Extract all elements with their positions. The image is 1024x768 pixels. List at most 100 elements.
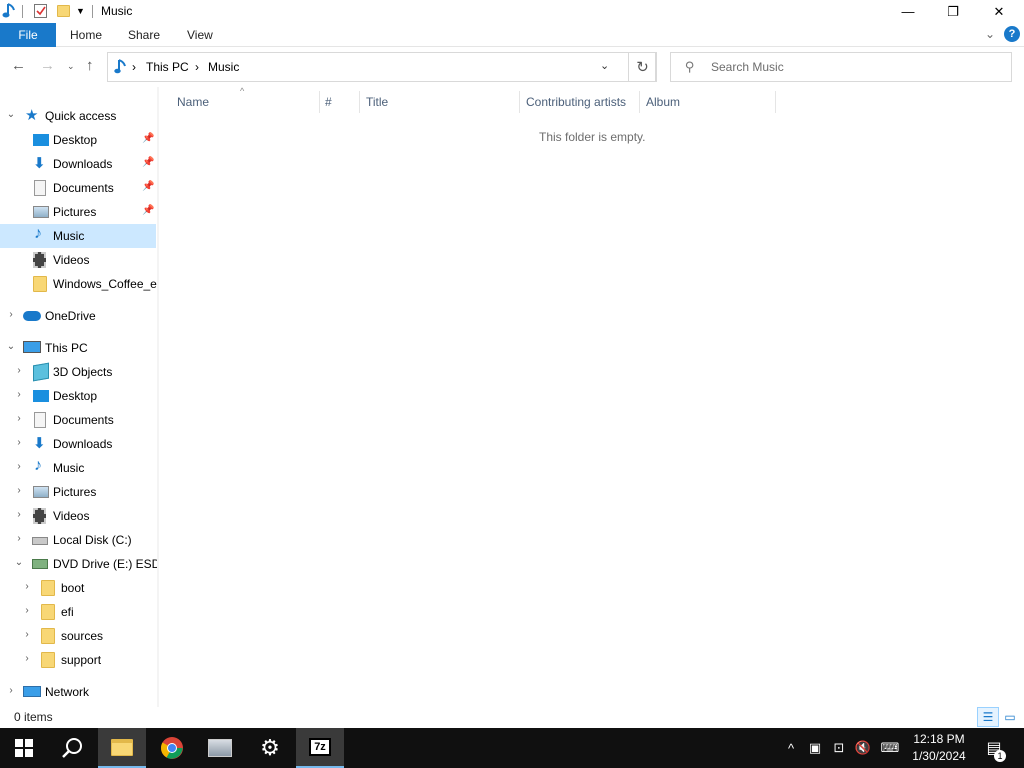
chevron-right-icon[interactable]: › [14, 389, 24, 400]
forward-arrow-icon[interactable]: → [40, 57, 55, 74]
settings-taskbar-button[interactable]: ⚙ [246, 728, 294, 768]
file-explorer-taskbar-button[interactable] [98, 728, 146, 768]
pin-icon[interactable]: 📌 [142, 181, 154, 192]
chevron-right-icon[interactable]: › [14, 437, 24, 448]
column-header-name[interactable]: Name [177, 95, 209, 109]
tree-item-boot[interactable]: › boot [0, 576, 156, 600]
breadcrumb-music[interactable]: Music [208, 60, 239, 74]
tree-item-this-pc[interactable]: ⌄ This PC [0, 336, 156, 360]
column-header-contributing-artists[interactable]: Contributing artists [526, 95, 626, 109]
expand-ribbon-icon[interactable]: ⌄ [985, 27, 995, 41]
address-dropdown-icon[interactable]: ⌄ [600, 59, 609, 72]
chevron-right-icon[interactable]: › [6, 685, 16, 696]
tab-home[interactable]: Home [70, 28, 102, 42]
chevron-right-icon[interactable]: › [14, 485, 24, 496]
tree-item-3d-objects[interactable]: › 3D Objects [0, 360, 156, 384]
7zip-taskbar-button[interactable]: 7z [296, 728, 344, 768]
pin-icon[interactable]: 📌 [142, 205, 154, 216]
tree-item-dvd-drive[interactable]: ⌄ DVD Drive (E:) ESD-I [0, 552, 157, 576]
tree-item-quick-access[interactable]: ⌄ ★ Quick access [0, 104, 156, 128]
tree-item-efi[interactable]: › efi [0, 600, 156, 624]
start-button[interactable] [0, 728, 48, 768]
clock[interactable]: 12:18 PM 1/30/2024 [905, 731, 973, 765]
folder-icon [111, 738, 133, 756]
chevron-down-icon[interactable]: ⌄ [6, 109, 16, 120]
tree-item-desktop-pc[interactable]: › Desktop [0, 384, 156, 408]
chevron-right-icon[interactable]: › [14, 365, 24, 376]
volume-muted-icon[interactable]: 🔇 [852, 728, 874, 768]
address-bar[interactable]: › This PC › Music [107, 52, 656, 82]
breadcrumb-separator[interactable]: › [195, 60, 199, 74]
tree-item-music-pc[interactable]: › ♪ Music [0, 456, 156, 480]
column-header-number[interactable]: # [325, 95, 332, 109]
chevron-right-icon[interactable]: › [22, 605, 32, 616]
close-button[interactable]: ✕ [976, 0, 1022, 23]
column-divider[interactable] [319, 91, 320, 113]
keyboard-icon[interactable]: ⌨ [878, 728, 902, 768]
recent-locations-icon[interactable]: ⌄ [67, 61, 75, 72]
pin-icon[interactable]: 📌 [142, 157, 154, 168]
tree-item-pictures[interactable]: Pictures 📌 [0, 200, 156, 224]
help-icon[interactable]: ? [1004, 26, 1020, 42]
chevron-down-icon[interactable]: ⌄ [6, 341, 16, 352]
tree-item-videos[interactable]: Videos [0, 248, 156, 272]
column-header-album[interactable]: Album [646, 95, 680, 109]
action-center-icon[interactable]: ▤ [980, 728, 1008, 768]
tree-item-onedrive[interactable]: › OneDrive [0, 304, 156, 328]
chevron-right-icon[interactable]: › [14, 461, 24, 472]
minimize-button[interactable]: — [885, 0, 931, 23]
tree-item-network[interactable]: › Network [0, 680, 156, 704]
tree-item-videos-pc[interactable]: › Videos [0, 504, 156, 528]
properties-icon[interactable] [33, 3, 49, 19]
restore-button[interactable]: ❐ [930, 0, 976, 23]
tree-item-downloads[interactable]: ⬇ Downloads 📌 [0, 152, 156, 176]
details-view-icon[interactable]: ☰ [977, 707, 999, 727]
column-divider[interactable] [775, 91, 776, 113]
new-folder-icon[interactable] [57, 5, 70, 17]
chevron-right-icon[interactable]: › [14, 509, 24, 520]
tree-item-windows-coffee[interactable]: Windows_Coffee_ed [0, 272, 157, 296]
column-header-title[interactable]: Title [366, 95, 388, 109]
chrome-taskbar-button[interactable] [148, 728, 196, 768]
chevron-up-icon[interactable]: ^ [782, 728, 800, 768]
chevron-right-icon[interactable]: › [22, 629, 32, 640]
tree-item-sources[interactable]: › sources [0, 624, 156, 648]
chevron-down-icon[interactable]: ⌄ [14, 557, 24, 568]
tree-item-local-disk[interactable]: › Local Disk (C:) [0, 528, 156, 552]
search-taskbar-button[interactable] [48, 728, 96, 768]
up-arrow-icon[interactable]: ↑ [86, 57, 94, 74]
tree-item-pictures-pc[interactable]: › Pictures [0, 480, 156, 504]
column-divider[interactable] [639, 91, 640, 113]
large-icons-view-icon[interactable]: ▭ [999, 707, 1021, 727]
network-tray-icon[interactable]: ⊡ [829, 728, 849, 768]
tree-item-documents-pc[interactable]: › Documents [0, 408, 156, 432]
file-tab[interactable]: File [0, 23, 56, 47]
tab-view[interactable]: View [187, 28, 213, 42]
taskbar: ⚙ 7z ^ ▣ ⊡ 🔇 ⌨ 12:18 PM 1/30/2024 ▤ 1 [0, 728, 1024, 768]
chevron-right-icon[interactable]: › [14, 533, 24, 544]
chevron-right-icon[interactable]: › [6, 309, 16, 320]
breadcrumb-this-pc[interactable]: This PC [146, 60, 189, 74]
pane-splitter[interactable] [157, 87, 159, 707]
search-box[interactable]: ⚲ Search Music [670, 52, 1012, 82]
column-divider[interactable] [359, 91, 360, 113]
pin-icon[interactable]: 📌 [142, 133, 154, 144]
tree-item-music[interactable]: ♪ Music [0, 224, 156, 248]
chevron-right-icon[interactable]: › [14, 413, 24, 424]
tab-share[interactable]: Share [128, 28, 160, 42]
chrome-icon [161, 737, 183, 759]
tree-item-documents[interactable]: Documents 📌 [0, 176, 156, 200]
network-app-taskbar-button[interactable] [196, 728, 244, 768]
breadcrumb-separator[interactable]: › [132, 60, 136, 74]
tree-item-support[interactable]: › support [0, 648, 156, 672]
customize-quick-access-icon[interactable]: ▼ [76, 6, 85, 16]
chevron-right-icon[interactable]: › [22, 581, 32, 592]
tree-item-desktop[interactable]: Desktop 📌 [0, 128, 156, 152]
tree-item-downloads-pc[interactable]: › ⬇ Downloads [0, 432, 156, 456]
chevron-right-icon[interactable]: › [22, 653, 32, 664]
refresh-icon[interactable]: ↻ [628, 52, 657, 82]
security-icon[interactable]: ▣ [805, 728, 825, 768]
column-divider[interactable] [519, 91, 520, 113]
back-arrow-icon[interactable]: ← [11, 57, 26, 74]
tree-label: Downloads [53, 437, 113, 451]
